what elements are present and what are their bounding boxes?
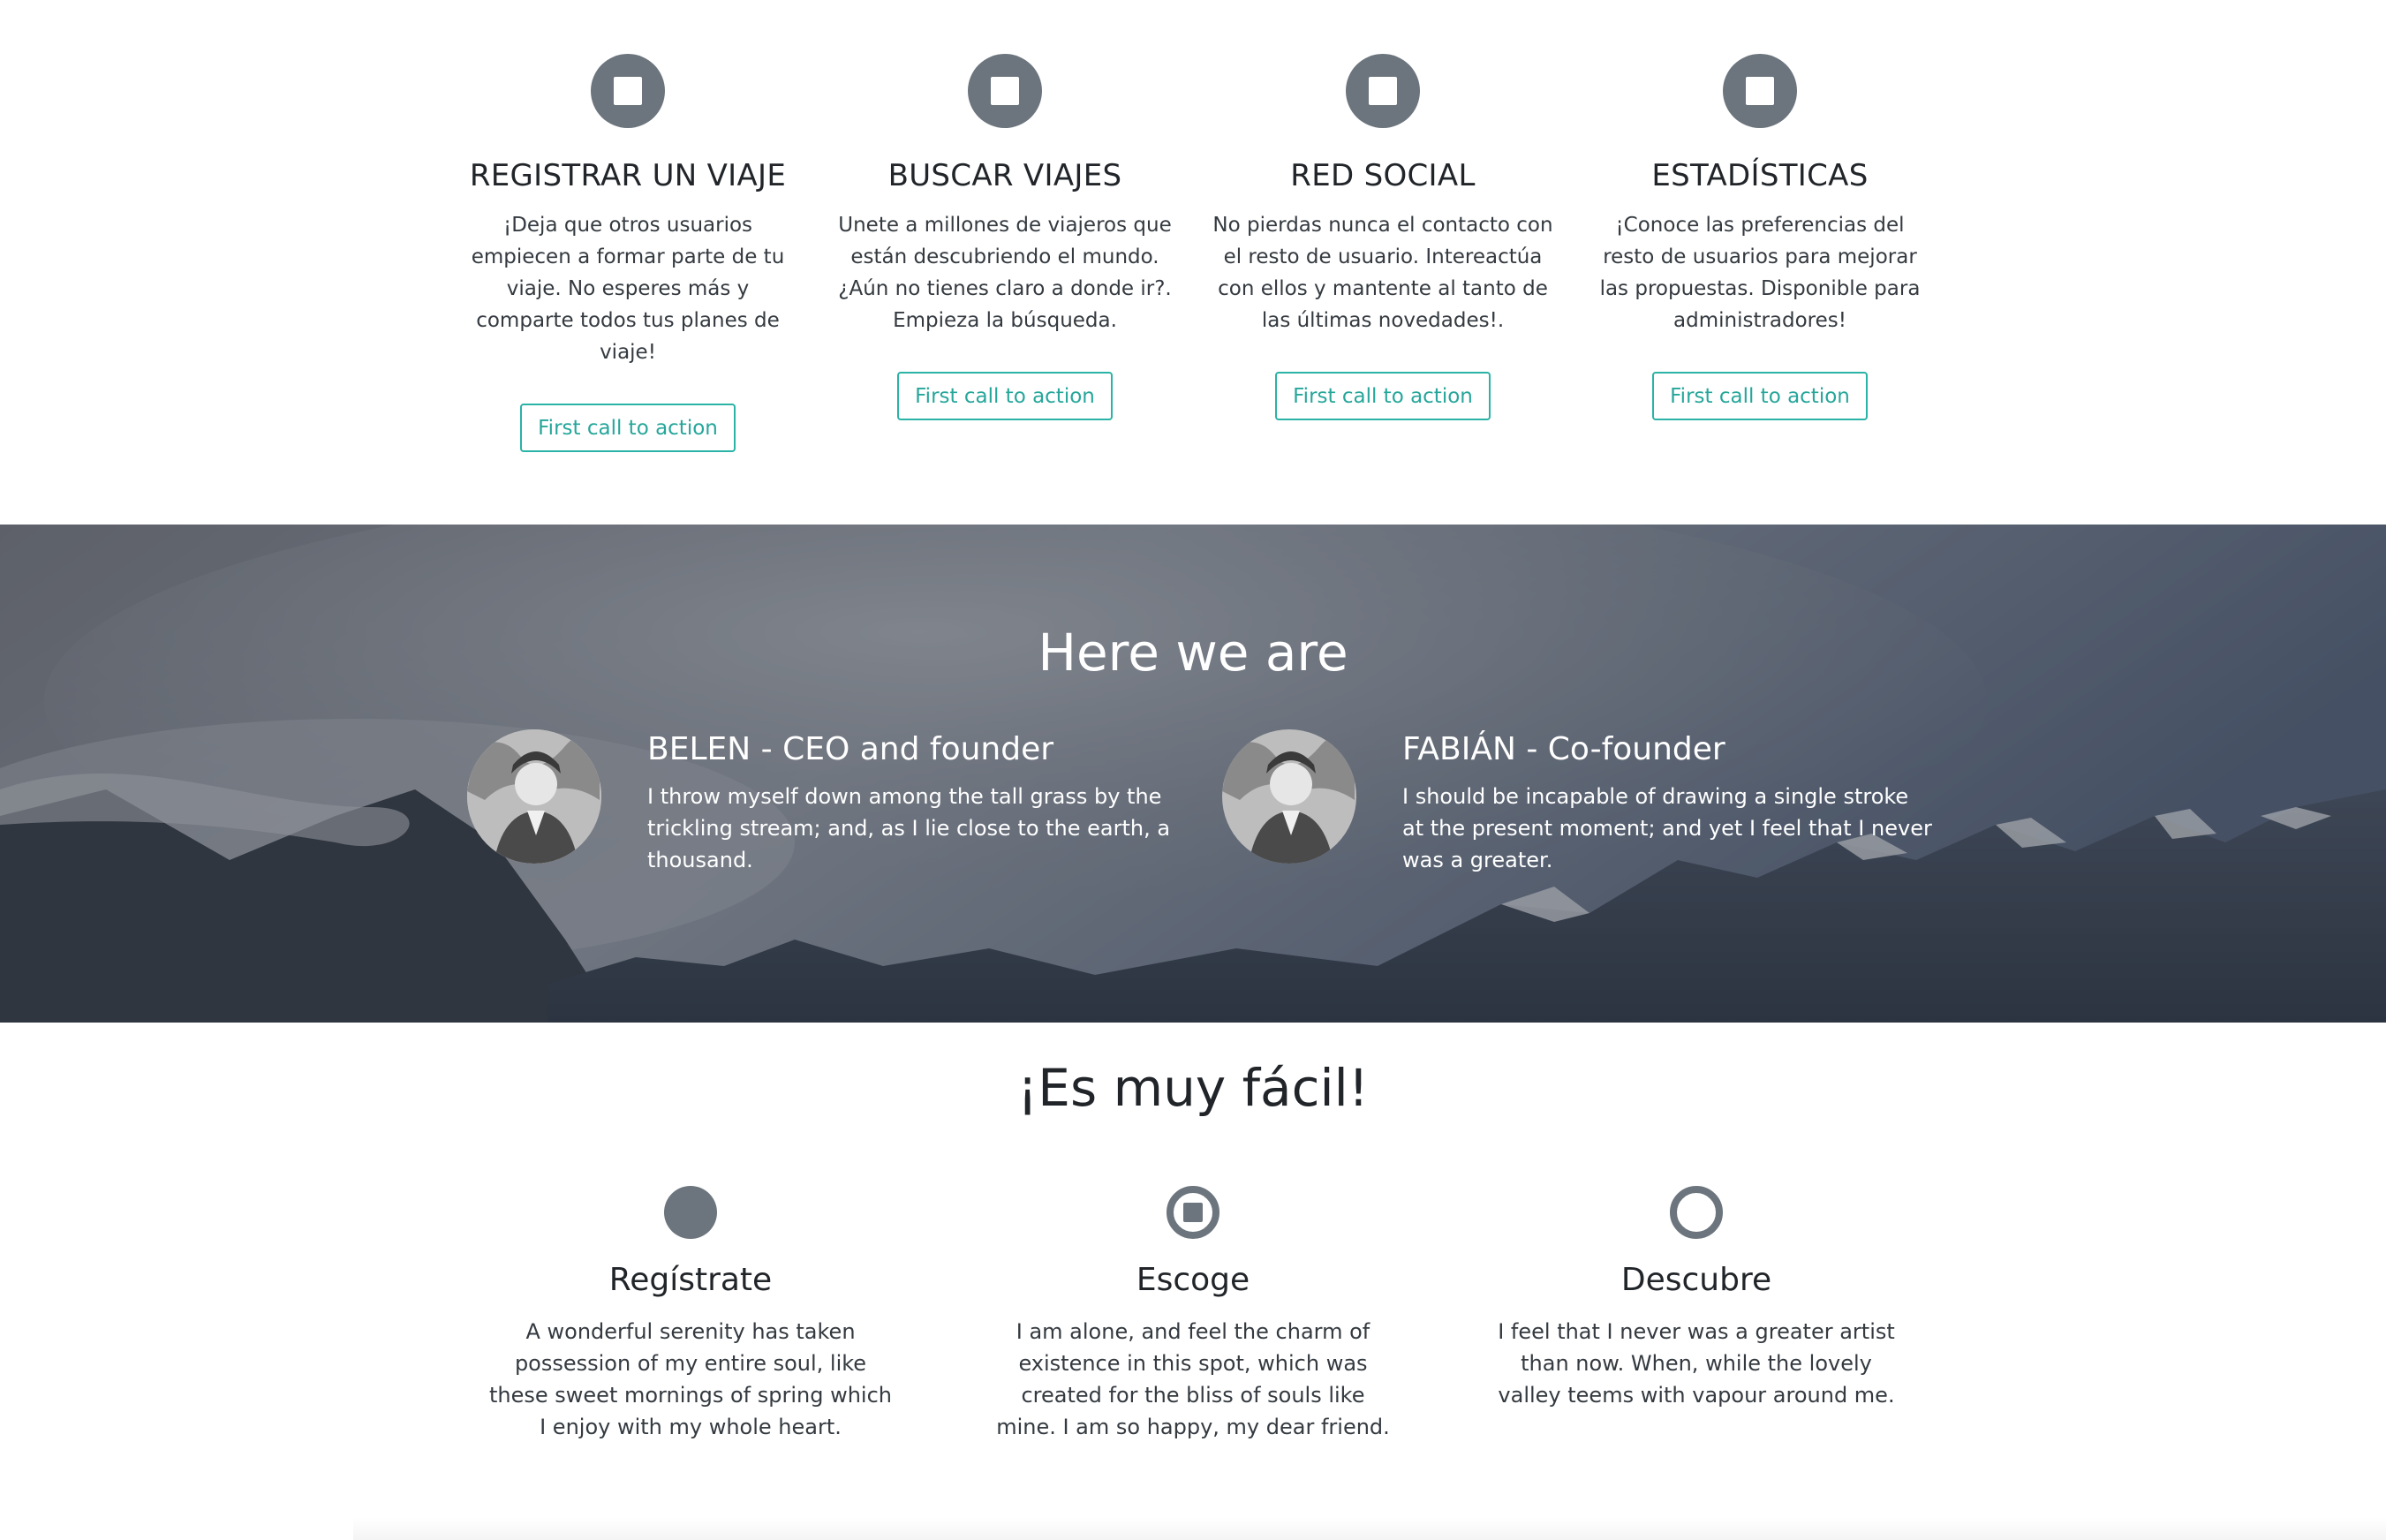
stop-circle-icon [968, 54, 1042, 128]
feature-buscar-viajes: BUSCAR VIAJES Unete a millones de viajer… [828, 0, 1182, 420]
feature-description: No pierdas nunca el contacto con el rest… [1212, 214, 1553, 332]
feature-description: ¡Conoce las preferencias del resto de us… [1599, 214, 1921, 332]
step-description: I am alone, and feel the charm of existe… [996, 1319, 1390, 1439]
step-title: Regístrate [608, 1262, 773, 1298]
step-descubre: Descubre I feel that I never was a great… [1493, 1185, 1899, 1411]
feature-red-social: RED SOCIAL No pierdas nunca el contacto … [1206, 0, 1559, 420]
team-section: Here we are BELEN - CEO and founder I th… [0, 525, 2386, 1023]
step-description: A wonderful serenity has taken possessio… [489, 1319, 892, 1439]
feature-title: REGISTRAR UN VIAJE [469, 158, 787, 193]
feature-title: BUSCAR VIAJES [887, 158, 1122, 193]
first-call-to-action-button[interactable]: First call to action [1275, 372, 1491, 420]
member-bio: I throw myself down among the tall grass… [647, 784, 1171, 872]
features-section: REGISTRAR UN VIAJE ¡Deja que otros usuar… [0, 0, 2386, 525]
feature-description: ¡Deja que otros usuarios empiecen a form… [471, 214, 785, 364]
team-member-fabian: FABIÁN - Co-founder I should be incapabl… [1222, 729, 1946, 888]
step-escoge: Escoge I am alone, and feel the charm of… [990, 1185, 1396, 1443]
stop-circle-icon [1346, 54, 1420, 128]
circle-outline-icon [1669, 1185, 1724, 1240]
team-heading: Here we are [1038, 623, 1348, 683]
feature-registrar-viaje: REGISTRAR UN VIAJE ¡Deja que otros usuar… [451, 0, 804, 452]
step-title: Escoge [1136, 1262, 1250, 1298]
stop-circle-outline-icon [1166, 1185, 1220, 1240]
member-name: BELEN - CEO and founder [647, 731, 1054, 767]
filled-circle-icon [663, 1185, 718, 1240]
feature-estadisticas: ESTADÍSTICAS ¡Conoce las preferencias de… [1583, 0, 1937, 420]
mountain-landscape-image [0, 525, 2386, 1023]
step-title: Descubre [1620, 1262, 1772, 1298]
member-bio: I should be incapable of drawing a singl… [1402, 784, 1932, 872]
first-call-to-action-button[interactable]: First call to action [1652, 372, 1868, 420]
team-member-belen: BELEN - CEO and founder I throw myself d… [467, 729, 1191, 888]
feature-title: RED SOCIAL [1290, 158, 1476, 193]
stop-circle-icon [591, 54, 665, 128]
member-name: FABIÁN - Co-founder [1402, 731, 1725, 767]
first-call-to-action-button[interactable]: First call to action [520, 404, 736, 452]
footer-shadow [353, 1517, 2386, 1540]
stop-circle-icon [1723, 54, 1797, 128]
step-registrate: Regístrate A wonderful serenity has take… [487, 1185, 894, 1443]
avatar [1222, 729, 1356, 864]
feature-description: Unete a millones de viajeros que están d… [838, 214, 1172, 332]
steps-heading: ¡Es muy fácil! [1017, 1058, 1369, 1118]
step-description: I feel that I never was a greater artist… [1498, 1319, 1895, 1408]
avatar [467, 729, 601, 864]
first-call-to-action-button[interactable]: First call to action [897, 372, 1113, 420]
feature-title: ESTADÍSTICAS [1651, 158, 1869, 193]
